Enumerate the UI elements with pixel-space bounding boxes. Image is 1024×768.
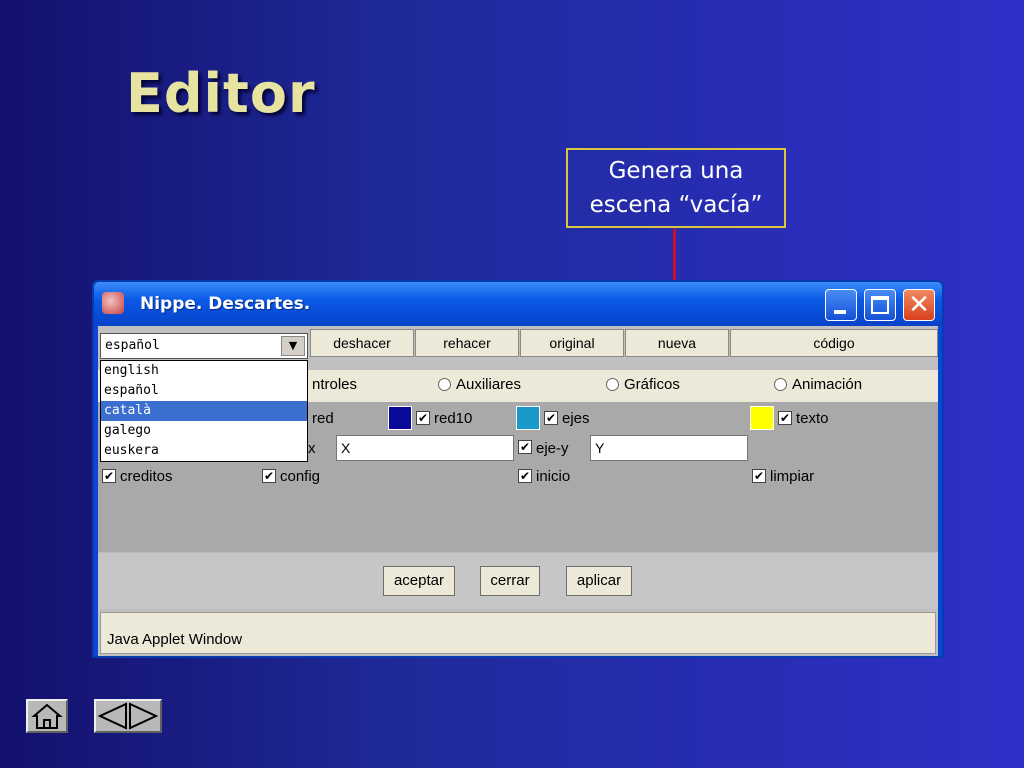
option-limpiar-label: limpiar	[770, 468, 815, 485]
slide-title: Editor	[126, 62, 316, 125]
applet-content: español ▼ deshacer rehacer original nuev…	[98, 326, 938, 656]
aplicar-button[interactable]: aplicar	[566, 566, 632, 596]
option-ejes-label: ejes	[562, 410, 590, 427]
nueva-button[interactable]: nueva	[625, 329, 729, 357]
texto-color-swatch[interactable]	[750, 406, 774, 430]
language-option-catala[interactable]: català	[101, 401, 307, 421]
maximize-icon	[871, 296, 889, 314]
home-button[interactable]	[26, 699, 68, 733]
triangle-left-icon[interactable]	[97, 702, 127, 730]
inicio-checkbox[interactable]: ✔	[518, 469, 532, 483]
chevron-down-icon[interactable]: ▼	[281, 336, 305, 356]
app-icon	[102, 292, 124, 314]
deshacer-button[interactable]: deshacer	[310, 329, 414, 357]
close-icon: ✕	[908, 290, 930, 320]
original-button[interactable]: original	[520, 329, 624, 357]
radio-graficos[interactable]	[606, 378, 619, 391]
tab-animacion-label[interactable]: Animación	[792, 376, 862, 393]
ejes-checkbox[interactable]: ✔	[544, 411, 558, 425]
y-axis-field[interactable]: Y	[590, 435, 748, 461]
minimize-button[interactable]	[825, 289, 857, 321]
home-icon	[31, 703, 63, 729]
status-text: Java Applet Window	[107, 631, 243, 648]
texto-checkbox[interactable]: ✔	[778, 411, 792, 425]
maximize-button[interactable]	[864, 289, 896, 321]
creditos-checkbox[interactable]: ✔	[102, 469, 116, 483]
option-eje-y-label: eje-y	[536, 440, 569, 457]
language-select[interactable]: español ▼	[100, 333, 308, 359]
nav-arrows	[97, 702, 159, 730]
language-option-espanol[interactable]: español	[101, 381, 307, 401]
language-select-value: español	[105, 338, 160, 353]
limpiar-checkbox[interactable]: ✔	[752, 469, 766, 483]
eje-y-checkbox[interactable]: ✔	[518, 440, 532, 454]
callout-box: Genera una escena “vacía”	[566, 148, 786, 228]
tab-controles-label[interactable]: ntroles	[312, 376, 357, 393]
callout-line-2: escena “vacía”	[589, 192, 763, 218]
red10-checkbox[interactable]: ✔	[416, 411, 430, 425]
window-title: Nippe. Descartes.	[140, 294, 311, 314]
x-axis-field[interactable]: X	[336, 435, 514, 461]
red10-color-swatch[interactable]	[388, 406, 412, 430]
language-option-english[interactable]: english	[101, 361, 307, 381]
option-red-label: red	[312, 410, 334, 427]
applet-window: Nippe. Descartes. ✕ español ▼ deshacer r…	[92, 280, 944, 658]
option-config-label: config	[280, 468, 321, 485]
config-checkbox[interactable]: ✔	[262, 469, 276, 483]
tab-graficos-label[interactable]: Gráficos	[624, 376, 680, 393]
callout-line-1: Genera una	[608, 158, 744, 184]
language-option-galego[interactable]: galego	[101, 421, 307, 441]
option-inicio-label: inicio	[536, 468, 571, 485]
triangle-right-icon[interactable]	[129, 702, 159, 730]
window-titlebar[interactable]: Nippe. Descartes. ✕	[94, 282, 942, 326]
option-texto-label: texto	[796, 410, 829, 427]
close-button[interactable]: ✕	[903, 289, 935, 321]
cerrar-button[interactable]: cerrar	[480, 566, 540, 596]
minimize-icon	[834, 310, 846, 314]
radio-animacion[interactable]	[774, 378, 787, 391]
ejes-color-swatch[interactable]	[516, 406, 540, 430]
status-bar: Java Applet Window	[100, 612, 936, 654]
option-creditos-label: creditos	[120, 468, 173, 485]
option-x-label: x	[308, 440, 316, 457]
language-dropdown-list: english español català galego euskera	[100, 360, 308, 462]
radio-auxiliares[interactable]	[438, 378, 451, 391]
aceptar-button[interactable]: aceptar	[383, 566, 455, 596]
codigo-button[interactable]: código	[730, 329, 938, 357]
tab-auxiliares-label[interactable]: Auxiliares	[456, 376, 521, 393]
slide-nav-buttons	[94, 699, 162, 733]
language-option-euskera[interactable]: euskera	[101, 441, 307, 461]
rehacer-button[interactable]: rehacer	[415, 329, 519, 357]
option-red10-label: red10	[434, 410, 473, 427]
